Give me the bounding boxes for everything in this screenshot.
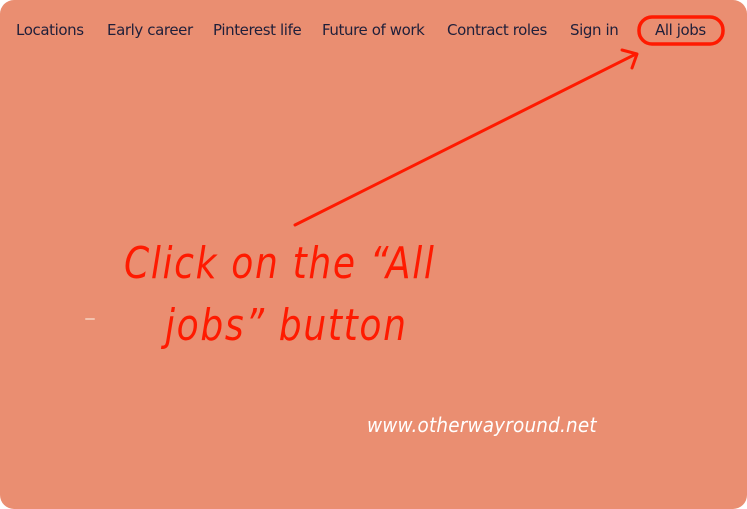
- nav-link-locations[interactable]: Locations: [16, 19, 84, 41]
- cursor-artifact: [85, 318, 95, 320]
- nav-link-early-career[interactable]: Early career: [107, 19, 193, 41]
- careers-page: Locations Early career Pinterest life Fu…: [0, 0, 747, 509]
- annotation-text-line-2: jobs” button: [165, 300, 408, 351]
- arrow-icon: [293, 48, 639, 227]
- top-navigation: Locations Early career Pinterest life Fu…: [0, 19, 747, 43]
- nav-link-contract-roles[interactable]: Contract roles: [447, 19, 547, 41]
- nav-link-future-of-work[interactable]: Future of work: [322, 19, 425, 41]
- nav-link-sign-in[interactable]: Sign in: [570, 19, 619, 41]
- all-jobs-button[interactable]: All jobs: [655, 19, 706, 41]
- annotation-text-line-1: Click on the “All: [124, 238, 436, 289]
- nav-link-pinterest-life[interactable]: Pinterest life: [213, 19, 302, 41]
- watermark: www.otherwayround.net: [367, 413, 597, 437]
